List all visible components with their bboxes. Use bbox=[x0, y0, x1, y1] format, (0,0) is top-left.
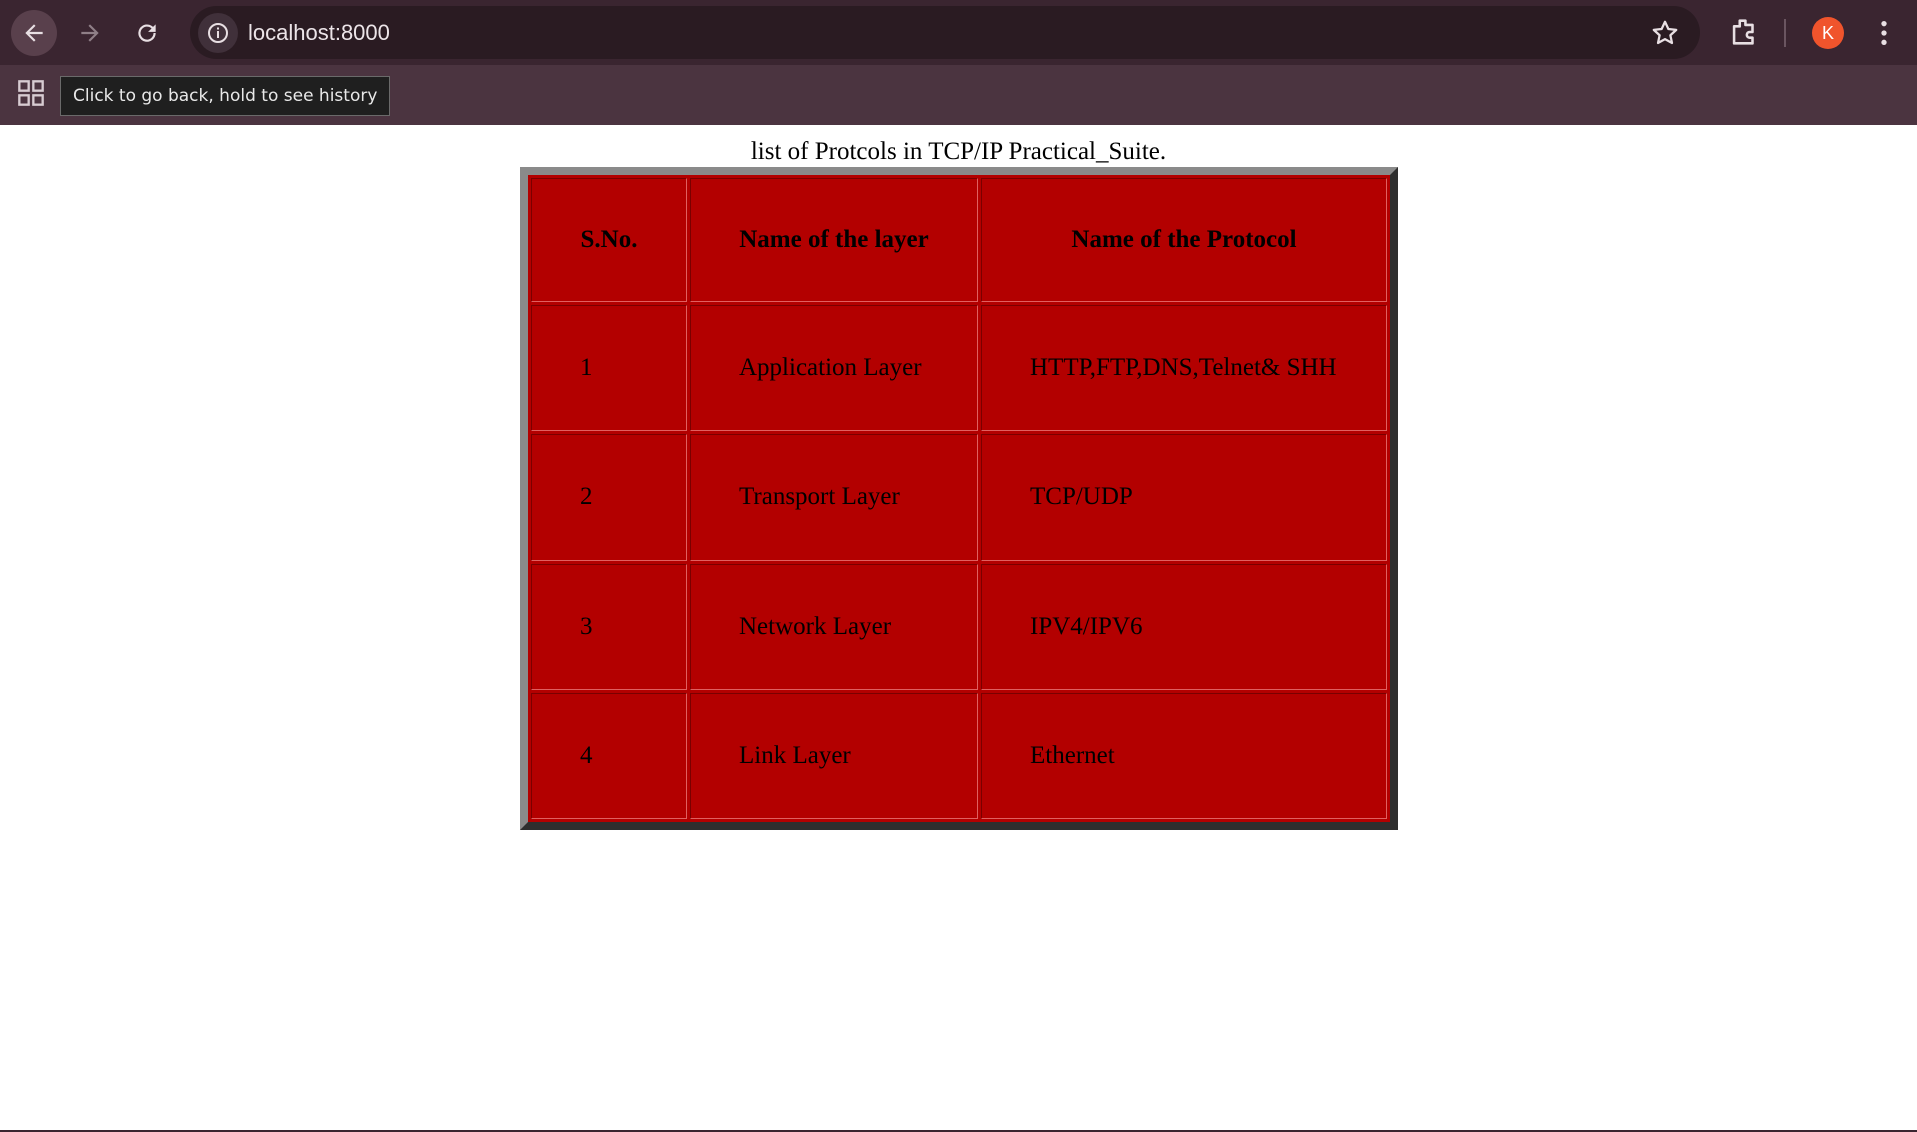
toolbar-divider bbox=[1784, 19, 1786, 47]
table-row: 4 Link Layer Ethernet bbox=[531, 692, 1387, 819]
table-row: 2 Transport Layer TCP/UDP bbox=[531, 434, 1387, 561]
table-header-row: S.No. Name of the layer Name of the Prot… bbox=[531, 178, 1387, 302]
cell-layer: Application Layer bbox=[690, 305, 978, 432]
forward-arrow-icon bbox=[81, 24, 99, 42]
cell-protocol: IPV4/IPV6 bbox=[981, 563, 1387, 690]
forward-button[interactable] bbox=[67, 10, 113, 56]
cell-sno: 4 bbox=[531, 692, 687, 819]
cell-layer: Link Layer bbox=[690, 692, 978, 819]
cell-sno: 2 bbox=[531, 434, 687, 561]
kebab-menu-icon[interactable] bbox=[1868, 17, 1900, 49]
back-button-tooltip: Click to go back, hold to see history bbox=[60, 76, 391, 116]
back-button[interactable] bbox=[11, 10, 57, 56]
browser-toolbar: localhost:8000 K bbox=[0, 0, 1917, 65]
protocols-table: S.No. Name of the layer Name of the Prot… bbox=[528, 175, 1390, 822]
profile-avatar[interactable]: K bbox=[1812, 17, 1844, 49]
cell-sno: 3 bbox=[531, 563, 687, 690]
back-arrow-icon bbox=[25, 24, 43, 42]
cell-protocol: HTTP,FTP,DNS,Telnet& SHH bbox=[981, 305, 1387, 432]
reload-icon bbox=[138, 24, 156, 42]
table-row: 1 Application Layer HTTP,FTP,DNS,Telnet&… bbox=[531, 305, 1387, 432]
site-info-icon bbox=[208, 23, 228, 43]
address-bar[interactable]: localhost:8000 bbox=[190, 6, 1700, 59]
header-sno: S.No. bbox=[531, 178, 687, 302]
apps-grid-icon[interactable] bbox=[17, 79, 45, 107]
cell-layer: Network Layer bbox=[690, 563, 978, 690]
cell-protocol: TCP/UDP bbox=[981, 434, 1387, 561]
site-info-button[interactable] bbox=[198, 13, 238, 53]
table-caption: list of Protcols in TCP/IP Practical_Sui… bbox=[750, 138, 1167, 165]
star-icon[interactable] bbox=[1650, 18, 1680, 48]
header-layer-name: Name of the layer bbox=[690, 178, 978, 302]
table-row: 3 Network Layer IPV4/IPV6 bbox=[531, 563, 1387, 690]
url-text[interactable]: localhost:8000 bbox=[248, 6, 390, 59]
cell-protocol: Ethernet bbox=[981, 692, 1387, 819]
extensions-icon[interactable] bbox=[1727, 15, 1761, 49]
reload-button[interactable] bbox=[124, 10, 170, 56]
cell-sno: 1 bbox=[531, 305, 687, 432]
protocols-table-frame: S.No. Name of the layer Name of the Prot… bbox=[520, 167, 1398, 830]
cell-layer: Transport Layer bbox=[690, 434, 978, 561]
header-protocol-name: Name of the Protocol bbox=[981, 178, 1387, 302]
